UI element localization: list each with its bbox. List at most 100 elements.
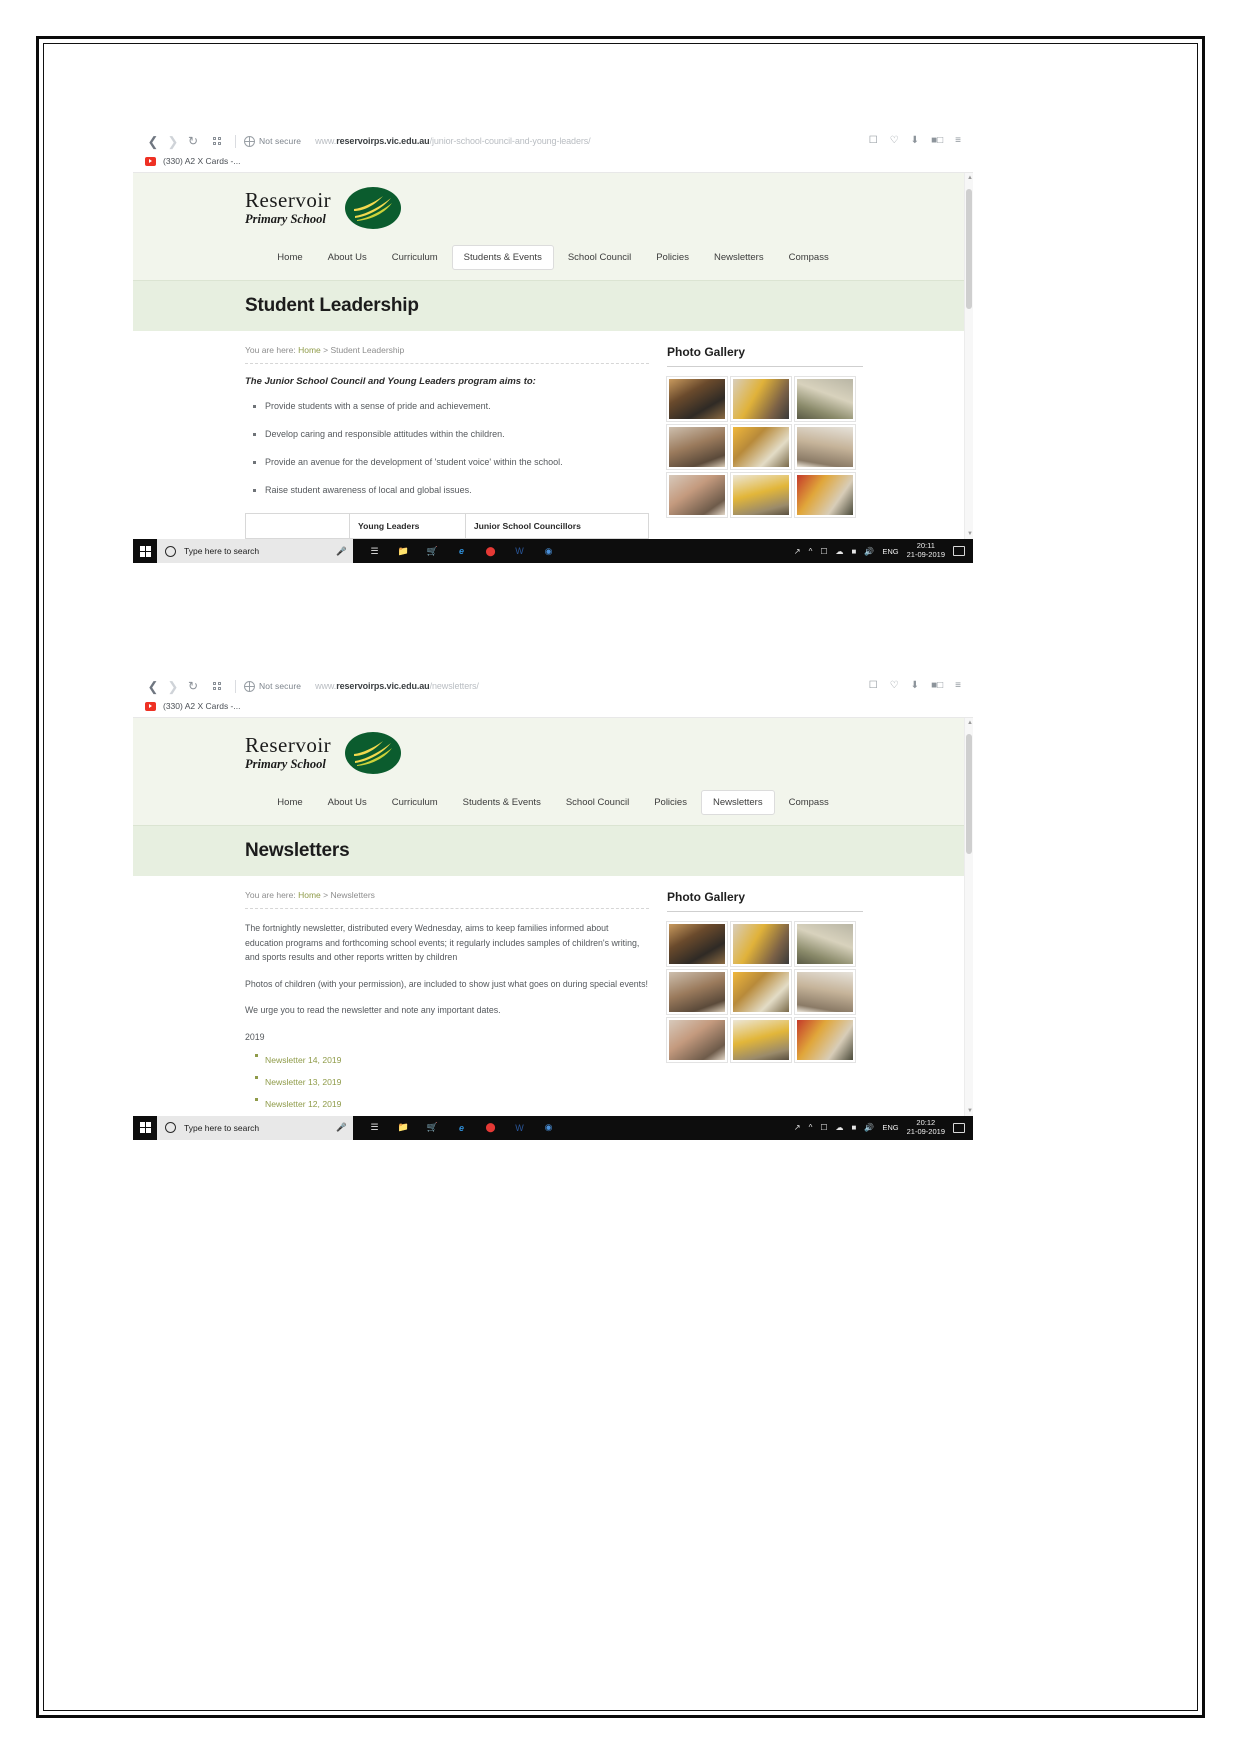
back-arrow-icon[interactable]: ❮ <box>143 132 163 150</box>
nav-item-about-us[interactable]: About Us <box>317 246 378 269</box>
clock[interactable]: 20:11 21-09-2019 <box>907 542 945 559</box>
chrome-icon[interactable]: ◉ <box>541 1120 556 1135</box>
address-bar-1[interactable]: www.reservoirps.vic.edu.au/junior-school… <box>315 136 591 146</box>
opera-icon[interactable]: ⬤ <box>483 1120 498 1135</box>
edge-icon[interactable]: e <box>454 1120 469 1135</box>
collections-icon[interactable]: ■□ <box>931 136 943 146</box>
volume-icon[interactable]: 🔊 <box>864 1123 874 1132</box>
gallery-thumbnail[interactable] <box>794 424 856 470</box>
nav-item-home[interactable]: Home <box>266 791 313 814</box>
network-icon[interactable]: ☐ <box>820 547 827 556</box>
scrollbar-thumb[interactable] <box>966 189 972 309</box>
heart-icon[interactable]: ♡ <box>890 681 899 691</box>
gallery-thumbnail[interactable] <box>666 1017 728 1063</box>
scroll-down-arrow-icon[interactable]: ▼ <box>967 531 973 537</box>
breadcrumb-home-link[interactable]: Home <box>298 890 321 900</box>
collections-icon[interactable]: ■□ <box>931 681 943 691</box>
apps-grid-icon[interactable] <box>207 132 227 150</box>
file-explorer-icon[interactable]: 📁 <box>396 544 411 559</box>
screenshot-icon[interactable]: ☐ <box>869 136 878 146</box>
menu-icon[interactable]: ≡ <box>955 136 961 146</box>
gallery-thumbnail[interactable] <box>794 1017 856 1063</box>
store-icon[interactable]: 🛒 <box>425 544 440 559</box>
scroll-up-arrow-icon[interactable]: ▲ <box>967 175 973 181</box>
word-icon[interactable]: W <box>512 544 527 559</box>
scroll-up-arrow-icon[interactable]: ▲ <box>967 720 973 726</box>
task-view-icon[interactable]: ☰ <box>367 1120 382 1135</box>
microphone-icon[interactable]: 🎤 <box>336 546 347 557</box>
nav-item-newsletters[interactable]: Newsletters <box>700 790 775 815</box>
globe-icon[interactable] <box>244 680 255 692</box>
newsletter-link[interactable]: Newsletter 13, 2019 <box>265 1077 341 1087</box>
chrome-icon[interactable]: ◉ <box>541 544 556 559</box>
notification-icon[interactable] <box>953 1122 965 1133</box>
reload-icon[interactable]: ↻ <box>183 132 203 150</box>
globe-icon[interactable] <box>244 135 255 147</box>
nav-item-school-council[interactable]: School Council <box>557 246 642 269</box>
scrollbar-thumb[interactable] <box>966 734 972 854</box>
search-input[interactable]: Type here to search 🎤 <box>157 1115 353 1140</box>
newsletter-link[interactable]: Newsletter 14, 2019 <box>265 1055 341 1065</box>
file-explorer-icon[interactable]: 📁 <box>396 1120 411 1135</box>
bookmark-item[interactable]: (330) A2 X Cards -... <box>163 156 240 166</box>
download-icon[interactable]: ⬇ <box>911 681 919 691</box>
reload-icon[interactable]: ↻ <box>183 677 203 695</box>
apps-grid-icon[interactable] <box>207 677 227 695</box>
gallery-thumbnail[interactable] <box>666 376 728 422</box>
task-view-icon[interactable]: ☰ <box>367 544 382 559</box>
edge-icon[interactable]: e <box>454 544 469 559</box>
nav-item-newsletters[interactable]: Newsletters <box>703 246 775 269</box>
vertical-scrollbar-1[interactable]: ▲ ▼ <box>964 173 973 539</box>
vertical-scrollbar-2[interactable]: ▲ ▼ <box>964 718 973 1116</box>
gallery-thumbnail[interactable] <box>730 376 792 422</box>
bookmark-item[interactable]: (330) A2 X Cards -... <box>163 701 240 711</box>
share-icon[interactable]: ↗ <box>794 1123 801 1132</box>
gallery-thumbnail[interactable] <box>794 969 856 1015</box>
screenshot-icon[interactable]: ☐ <box>869 681 878 691</box>
start-button[interactable] <box>133 1122 157 1133</box>
heart-icon[interactable]: ♡ <box>890 136 899 146</box>
gallery-thumbnail[interactable] <box>794 921 856 967</box>
gallery-thumbnail[interactable] <box>730 921 792 967</box>
gallery-thumbnail[interactable] <box>730 472 792 518</box>
gallery-thumbnail[interactable] <box>666 424 728 470</box>
site-brand-1[interactable]: Reservoir Primary School <box>133 187 973 229</box>
gallery-thumbnail[interactable] <box>730 969 792 1015</box>
gallery-thumbnail[interactable] <box>666 969 728 1015</box>
back-arrow-icon[interactable]: ❮ <box>143 677 163 695</box>
network-icon[interactable]: ☐ <box>820 1123 827 1132</box>
forward-arrow-icon[interactable]: ❯ <box>163 677 183 695</box>
battery-icon[interactable]: ■ <box>852 1123 857 1132</box>
store-icon[interactable]: 🛒 <box>425 1120 440 1135</box>
share-icon[interactable]: ↗ <box>794 547 801 556</box>
nav-item-home[interactable]: Home <box>266 246 313 269</box>
volume-icon[interactable]: 🔊 <box>864 547 874 556</box>
battery-icon[interactable]: ■ <box>852 547 857 556</box>
nav-item-curriculum[interactable]: Curriculum <box>381 246 449 269</box>
breadcrumb-home-link[interactable]: Home <box>298 345 321 355</box>
chevron-up-icon[interactable]: ^ <box>809 547 813 556</box>
nav-item-about-us[interactable]: About Us <box>317 791 378 814</box>
gallery-thumbnail[interactable] <box>666 921 728 967</box>
nav-item-policies[interactable]: Policies <box>643 791 698 814</box>
language-indicator[interactable]: ENG <box>882 547 898 556</box>
nav-item-policies[interactable]: Policies <box>645 246 700 269</box>
clock[interactable]: 20:12 21-09-2019 <box>907 1118 945 1136</box>
opera-icon[interactable]: ⬤ <box>483 544 498 559</box>
start-button[interactable] <box>133 545 157 557</box>
language-indicator[interactable]: ENG <box>882 1123 898 1132</box>
site-brand-2[interactable]: Reservoir Primary School <box>133 732 973 774</box>
gallery-thumbnail[interactable] <box>730 1017 792 1063</box>
forward-arrow-icon[interactable]: ❯ <box>163 132 183 150</box>
newsletter-link[interactable]: Newsletter 12, 2019 <box>265 1099 341 1109</box>
onedrive-icon[interactable]: ☁ <box>836 547 844 556</box>
gallery-thumbnail[interactable] <box>730 424 792 470</box>
scroll-down-arrow-icon[interactable]: ▼ <box>967 1108 973 1114</box>
nav-item-school-council[interactable]: School Council <box>555 791 640 814</box>
gallery-thumbnail[interactable] <box>666 472 728 518</box>
nav-item-curriculum[interactable]: Curriculum <box>381 791 449 814</box>
onedrive-icon[interactable]: ☁ <box>836 1123 844 1132</box>
notification-icon[interactable] <box>953 546 965 556</box>
gallery-thumbnail[interactable] <box>794 376 856 422</box>
gallery-thumbnail[interactable] <box>794 472 856 518</box>
